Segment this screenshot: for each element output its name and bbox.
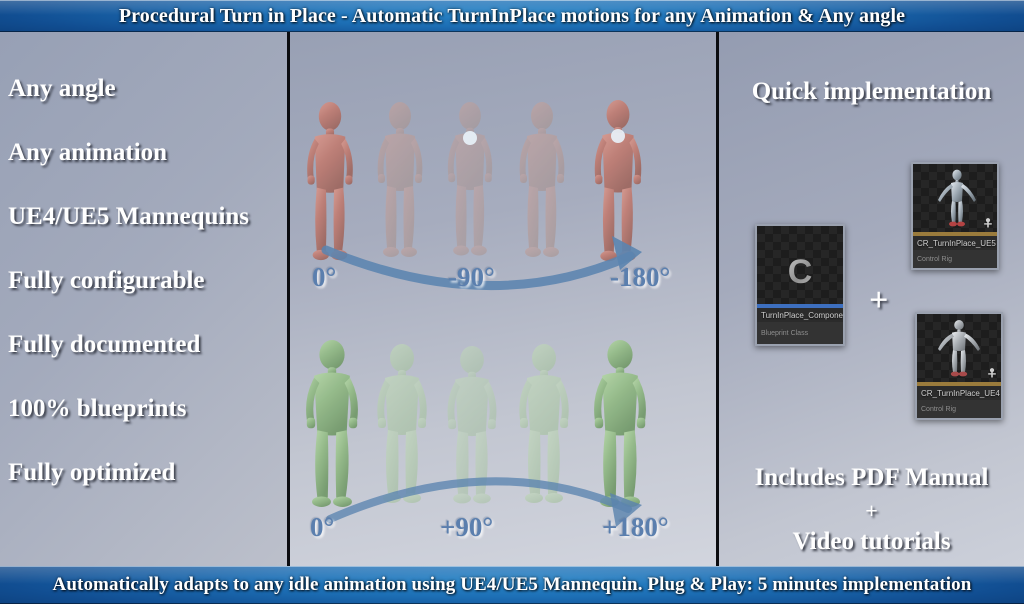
control-rig-badge-icon <box>988 368 996 378</box>
blueprint-c-icon: C <box>780 252 820 292</box>
feature-item: Fully configurable <box>8 266 205 294</box>
asset-thumbnail: C <box>757 226 843 304</box>
bottom-banner-text: Automatically adapts to any idle animati… <box>52 574 972 595</box>
asset-card-cr-turninplace-ue5[interactable]: CR_TurnInPlace_UE5 Control Rig <box>911 162 999 270</box>
feature-item: Any animation <box>8 138 168 166</box>
asset-name-label: TurnInPlace_Component <box>761 311 843 320</box>
asset-type-label: Control Rig <box>921 406 957 413</box>
asset-cards-area: C TurnInPlace_Component Blueprint Class … <box>719 124 1024 420</box>
angle-label-top-0: 0° <box>312 262 337 292</box>
top-banner-title: Procedural Turn in Place - Automatic Tur… <box>118 4 906 27</box>
promo-poster: Procedural Turn in Place - Automatic Tur… <box>0 0 1024 604</box>
features-column: Any angle Any animation UE4/UE5 Mannequi… <box>0 32 287 566</box>
top-banner: Procedural Turn in Place - Automatic Tur… <box>0 0 1024 32</box>
asset-card-cr-turninplace-ue4[interactable]: CR_TurnInPlace_UE4 Control Rig <box>915 312 1003 420</box>
angle-label-bottom-0: 0° <box>310 512 335 542</box>
angle-label-bottom-90: +90° <box>440 512 494 542</box>
control-rig-badge-icon <box>984 218 992 228</box>
asset-type-label: Blueprint Class <box>761 330 809 337</box>
pdf-manual-heading: Includes PDF Manual <box>754 464 989 491</box>
feature-item: UE4/UE5 Mannequins <box>8 202 250 230</box>
content-area: Any angle Any animation UE4/UE5 Mannequi… <box>0 32 1024 566</box>
plus-combiner-symbol: + <box>869 282 889 319</box>
feature-item: 100% blueprints <box>8 394 187 422</box>
angle-label-top-180: -180° <box>610 262 671 292</box>
animation-preview-column: 0° -90° -180° 0° +90° +180° <box>290 32 716 566</box>
asset-type-label: Control Rig <box>917 256 953 263</box>
asset-card-turninplace-component[interactable]: C TurnInPlace_Component Blueprint Class <box>755 224 845 346</box>
extras-plus-symbol: + <box>865 498 878 523</box>
angle-label-bottom-180: +180° <box>602 512 669 542</box>
quick-implementation-heading: Quick implementation <box>751 78 992 105</box>
asset-name-label: CR_TurnInPlace_UE4 <box>921 389 1000 398</box>
bottom-banner: Automatically adapts to any idle animati… <box>0 566 1024 604</box>
feature-item: Any angle <box>8 74 116 102</box>
feature-item: Fully documented <box>8 330 201 358</box>
feature-item: Fully optimized <box>8 458 176 486</box>
implementation-column: Quick implementation C TurnInPlace_Compo… <box>719 32 1024 566</box>
asset-thumbnail <box>913 164 997 232</box>
asset-thumbnail <box>917 314 1001 382</box>
video-tutorials-heading: Video tutorials <box>792 528 951 555</box>
angle-label-top-90: -90° <box>448 262 495 292</box>
asset-name-label: CR_TurnInPlace_UE5 <box>917 239 996 248</box>
